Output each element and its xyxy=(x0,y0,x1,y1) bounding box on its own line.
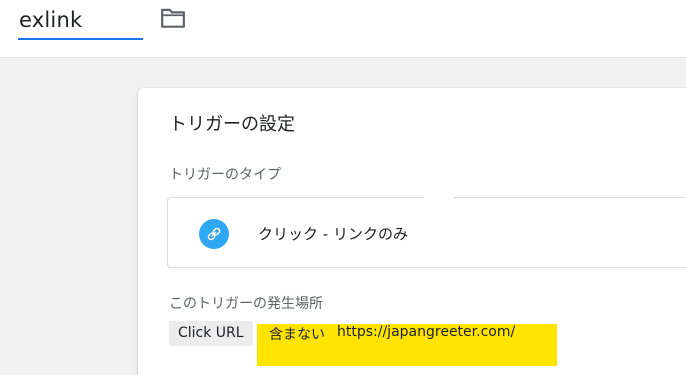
trigger-type-label: トリガーのタイプ xyxy=(169,167,281,183)
filter-variable-chip[interactable]: Click URL xyxy=(169,321,253,346)
editor-header: exlink xyxy=(0,0,686,58)
trigger-editor: exlink トリガーの設定 トリガーのタイプ クリック - リンクのみ このト… xyxy=(0,0,686,375)
folder-button[interactable] xyxy=(158,5,188,31)
trigger-name-value: exlink xyxy=(19,8,83,32)
trigger-type-selector[interactable]: クリック - リンクのみ xyxy=(167,197,686,268)
filter-value[interactable]: https://japangreeter.com/ xyxy=(337,324,515,340)
selector-notch xyxy=(424,192,454,202)
link-icon xyxy=(199,219,229,249)
fires-on-label: このトリガーの発生場所 xyxy=(169,296,323,312)
trigger-name-input[interactable]: exlink xyxy=(18,6,143,40)
filter-operator[interactable]: 含まない xyxy=(269,324,325,344)
folder-icon xyxy=(161,8,185,28)
trigger-type-name: クリック - リンクのみ xyxy=(258,225,408,243)
trigger-configuration-card: トリガーの設定 トリガーのタイプ クリック - リンクのみ このトリガーの発生場… xyxy=(138,88,686,375)
card-title: トリガーの設定 xyxy=(169,114,295,135)
